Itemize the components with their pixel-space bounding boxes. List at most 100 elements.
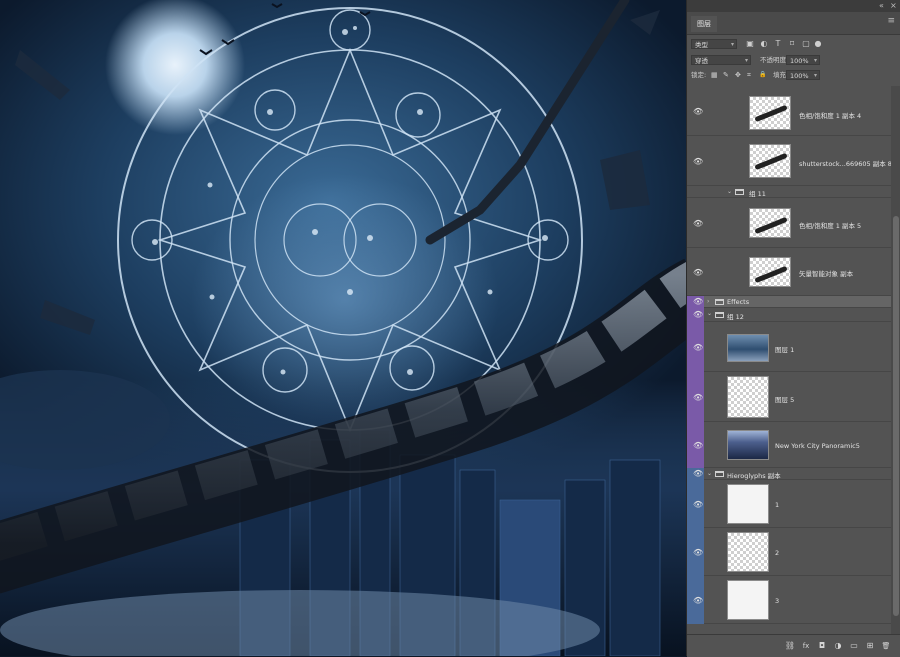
layers-bottom-toolbar: ⛓ fx ◘ ◑ ▭ ⊞ 🗑: [687, 634, 900, 657]
collapse-panel-button[interactable]: «: [879, 1, 884, 10]
folder-icon: [715, 471, 724, 477]
layer-thumbnail: [749, 144, 791, 178]
visibility-eye-icon[interactable]: 👁: [693, 441, 703, 450]
blend-mode-value: 穿透: [695, 57, 708, 65]
close-panel-button[interactable]: ×: [890, 1, 897, 10]
lock-brush-icon[interactable]: ✎: [723, 70, 729, 80]
layer-thumbnail: [727, 430, 769, 460]
panel-header-strip: « ×: [687, 0, 900, 12]
visibility-eye-icon[interactable]: 👁: [693, 219, 703, 228]
trash-icon[interactable]: 🗑: [879, 639, 893, 653]
blend-row: 穿透 ▾ 不透明度: 100% ▾: [687, 55, 900, 67]
blend-mode-select[interactable]: 穿透 ▾: [691, 55, 751, 65]
chevron-right-icon[interactable]: ›: [707, 298, 709, 305]
chevron-down-icon[interactable]: ⌄: [707, 310, 712, 317]
visibility-eye-icon[interactable]: 👁: [693, 596, 703, 605]
group-row[interactable]: ⌄ 组 11: [687, 186, 891, 198]
panel-menu-icon[interactable]: ≡: [887, 16, 895, 26]
layer-name[interactable]: 组 11: [749, 188, 766, 198]
new-layer-icon[interactable]: ⊞: [863, 639, 877, 653]
lock-row: 锁定: ▦ ✎ ✥ ⌗ 🔒 填充: 100% ▾: [687, 70, 900, 82]
layer-row[interactable]: 👁 1: [687, 480, 891, 528]
layer-name[interactable]: 图层 5: [775, 394, 794, 404]
visibility-eye-icon[interactable]: 👁: [693, 500, 703, 509]
layer-name[interactable]: 组 12: [727, 311, 744, 321]
image-filter-icon[interactable]: ▣: [745, 39, 755, 49]
layer-name[interactable]: 色相/饱和度 1 副本 5: [799, 220, 861, 230]
shape-filter-icon[interactable]: ⌑: [787, 39, 797, 49]
visibility-eye-icon[interactable]: 👁: [693, 343, 703, 352]
visibility-eye-icon[interactable]: 👁: [693, 393, 703, 402]
tab-layers[interactable]: 图层: [691, 16, 717, 32]
mask-icon[interactable]: ◘: [815, 639, 829, 653]
visibility-eye-icon[interactable]: 👁: [693, 469, 703, 478]
layer-thumbnail: [727, 376, 769, 418]
toggle-filter-icon[interactable]: ●: [813, 39, 823, 49]
thumbnail-stroke: [754, 104, 788, 123]
layer-row[interactable]: 👁 shutterstock...669605 副本 8: [687, 136, 892, 186]
opacity-field[interactable]: 100% ▾: [786, 55, 820, 65]
link-icon[interactable]: ⛓: [783, 639, 797, 653]
layers-panel: « × 图层 ≡ 类型 ▾ ▣ ◐ T ⌑ ▢ ● 穿透 ▾ 不透明度: 100…: [686, 0, 900, 657]
group-row[interactable]: 👁 ⌄ 组 12: [687, 308, 891, 322]
thumbnail-stroke: [754, 152, 788, 171]
layer-thumbnail: [749, 208, 791, 238]
thumbnail-stroke: [754, 216, 788, 235]
layer-name[interactable]: 3: [775, 597, 779, 605]
layer-name[interactable]: shutterstock...669605 副本 8: [799, 158, 892, 168]
smart-object-filter-icon[interactable]: ▢: [801, 39, 811, 49]
filter-kind-value: 类型: [695, 41, 708, 49]
group-row[interactable]: 👁 ⌄ Hieroglyphs 副本: [687, 468, 891, 480]
layer-row[interactable]: 👁 图层 5: [687, 372, 891, 422]
layer-kind-filter[interactable]: 类型 ▾: [691, 39, 737, 49]
fill-value: 100%: [790, 72, 809, 80]
layer-row[interactable]: 👁 3: [687, 576, 891, 624]
lock-artboard-icon[interactable]: ⌗: [747, 70, 751, 80]
panel-tab-row: 图层 ≡: [687, 12, 900, 35]
layer-name[interactable]: New York City Panoramic5: [775, 442, 860, 450]
chevron-down-icon[interactable]: ⌄: [727, 188, 732, 195]
layer-name[interactable]: 2: [775, 549, 779, 557]
layer-row[interactable]: 👁 2: [687, 528, 891, 576]
layer-name[interactable]: 图层 1: [775, 344, 794, 354]
fx-icon[interactable]: fx: [799, 639, 813, 653]
layer-row[interactable]: 👁 New York City Panoramic5: [687, 422, 891, 468]
layer-name[interactable]: 色相/饱和度 1 副本 4: [799, 110, 861, 120]
visibility-eye-icon[interactable]: 👁: [693, 268, 703, 277]
layer-row[interactable]: 👁 矢量智能对象 副本: [687, 248, 891, 296]
visibility-eye-icon[interactable]: 👁: [693, 157, 703, 166]
group-row[interactable]: 👁 › Effects: [687, 296, 891, 308]
layer-row[interactable]: 👁 色相/饱和度 1 副本 5: [687, 198, 891, 248]
lock-transparent-icon[interactable]: ▦: [711, 70, 718, 80]
chevron-down-icon[interactable]: ⌄: [707, 470, 712, 477]
chevron-down-icon: ▾: [813, 72, 817, 79]
adjustment-icon[interactable]: ◑: [831, 639, 845, 653]
layer-row[interactable]: 👁 色相/饱和度 1 副本 4: [687, 86, 891, 136]
adjustment-filter-icon[interactable]: ◐: [759, 39, 769, 49]
layer-name[interactable]: Hieroglyphs 副本: [727, 470, 781, 480]
fill-field[interactable]: 100% ▾: [786, 70, 820, 80]
layer-list-scrollbar[interactable]: [891, 86, 900, 634]
visibility-eye-icon[interactable]: 👁: [693, 107, 703, 116]
lock-all-icon[interactable]: 🔒: [759, 70, 766, 80]
chevron-down-icon: ▾: [744, 57, 748, 64]
folder-icon[interactable]: ▭: [847, 639, 861, 653]
visibility-eye-icon[interactable]: 👁: [693, 548, 703, 557]
scrollbar-thumb[interactable]: [893, 216, 899, 616]
opacity-label: 不透明度:: [760, 56, 789, 64]
layer-name[interactable]: Effects: [727, 298, 749, 306]
visibility-eye-icon[interactable]: 👁: [693, 310, 703, 319]
folder-icon: [715, 312, 724, 318]
layer-list[interactable]: 👁 色相/饱和度 1 副本 4 👁 shutterstock...669605 …: [687, 86, 900, 634]
layer-name[interactable]: 矢量智能对象 副本: [799, 268, 853, 278]
layer-thumbnail: [727, 532, 769, 572]
lock-move-icon[interactable]: ✥: [735, 70, 741, 80]
layer-row[interactable]: 👁 图层 1: [687, 322, 891, 372]
filter-row: 类型 ▾ ▣ ◐ T ⌑ ▢ ●: [687, 39, 900, 51]
type-filter-icon[interactable]: T: [773, 39, 783, 49]
visibility-eye-icon[interactable]: 👁: [693, 297, 703, 306]
layer-name[interactable]: 1: [775, 501, 779, 509]
document-canvas[interactable]: [0, 0, 686, 656]
layer-thumbnail: [727, 580, 769, 620]
layer-thumbnail: [727, 334, 769, 362]
